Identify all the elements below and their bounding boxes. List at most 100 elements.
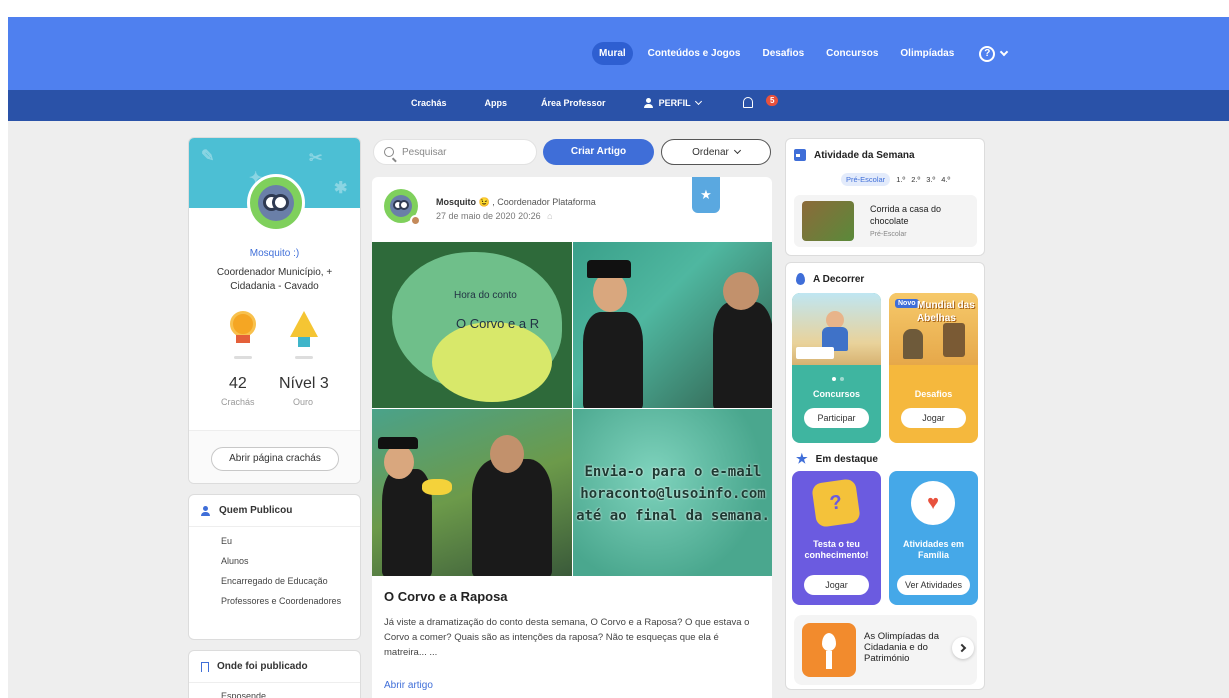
new-badge: Novo bbox=[895, 299, 919, 308]
avatar bbox=[247, 174, 305, 232]
tab-3[interactable]: 3.º bbox=[926, 175, 935, 184]
level-tabs: Pré-Escolar 1.º 2.º 3.º 4.º bbox=[841, 173, 950, 186]
abelhas-title: Mundial das Abelhas bbox=[917, 300, 975, 324]
nav-conteudos[interactable]: Conteúdos e Jogos bbox=[641, 42, 748, 65]
owl-icon bbox=[258, 185, 294, 221]
family-card[interactable]: ♥ Atividades em Família Ver Atividades bbox=[889, 471, 978, 605]
level-label: Ouro bbox=[293, 397, 314, 407]
activity-title: Corrida a casa do chocolate bbox=[870, 204, 942, 226]
divider bbox=[234, 356, 252, 359]
featured-title: Em destaque bbox=[815, 453, 878, 465]
view-activities-button[interactable]: Ver Atividades bbox=[897, 575, 970, 595]
perfil-label: PERFIL bbox=[658, 97, 691, 108]
author-name[interactable]: Mosquito bbox=[436, 197, 476, 207]
author-emoji: 😉 bbox=[478, 197, 490, 207]
activity-level: Pré-Escolar bbox=[870, 231, 907, 238]
quiz-play-button[interactable]: Jogar bbox=[804, 575, 869, 595]
question-icon: ? bbox=[811, 478, 861, 528]
perfil-menu[interactable]: PERFIL bbox=[643, 97, 702, 108]
subnav-apps[interactable]: Apps bbox=[485, 98, 508, 108]
desafios-card[interactable]: Novo Mundial das Abelhas Desafios Jogar bbox=[889, 293, 978, 443]
play-button[interactable]: Jogar bbox=[901, 408, 966, 428]
open-badges-button[interactable]: Abrir página crachás bbox=[211, 447, 339, 471]
help-menu[interactable]: ? bbox=[979, 45, 1009, 62]
where-published-header: Onde foi publicado bbox=[189, 651, 360, 683]
post-title[interactable]: O Corvo e a Raposa bbox=[384, 589, 508, 604]
divider bbox=[295, 356, 313, 359]
activity-thumbnail bbox=[802, 201, 854, 241]
search-placeholder: Pesquisar bbox=[402, 146, 447, 158]
carousel-dot bbox=[832, 377, 836, 381]
chevron-down-icon bbox=[694, 97, 702, 105]
bell-icon[interactable] bbox=[742, 97, 753, 108]
image-caption: O Corvo e a R bbox=[456, 316, 540, 331]
who-published-title: Quem Publicou bbox=[219, 505, 293, 516]
chevron-down-icon bbox=[1000, 47, 1009, 57]
tab-pre-escolar[interactable]: Pré-Escolar bbox=[841, 173, 891, 186]
image-caption: Hora do conto bbox=[454, 290, 517, 301]
profile-role: Coordenador Município, + Cidadania - Cav… bbox=[216, 267, 333, 292]
nav-concursos[interactable]: Concursos bbox=[819, 42, 885, 65]
ongoing-title: A Decorrer bbox=[813, 273, 865, 285]
filter-option[interactable]: Alunos bbox=[221, 555, 360, 568]
concursos-label: Concursos bbox=[812, 389, 860, 399]
subnav-crachas[interactable]: Crachás bbox=[411, 98, 447, 108]
post-image bbox=[372, 409, 572, 576]
concursos-image bbox=[792, 293, 881, 365]
status-badge bbox=[410, 215, 421, 226]
ongoing-header: A Decorrer bbox=[796, 273, 864, 285]
filter-option[interactable]: Esposende bbox=[189, 683, 360, 698]
post-body: Já viste a dramatização do conto desta s… bbox=[384, 617, 750, 658]
search-input[interactable]: Pesquisar bbox=[373, 139, 537, 165]
star-icon: ★ bbox=[796, 451, 808, 466]
quiz-card[interactable]: ? Testa o teu conhecimento! Jogar bbox=[792, 471, 881, 605]
sort-button[interactable]: Ordenar bbox=[661, 139, 771, 165]
where-published-filter: Onde foi publicado Esposende bbox=[188, 650, 361, 698]
featured-header: ★ Em destaque bbox=[796, 451, 878, 466]
activity-item[interactable]: Corrida a casa do chocolate Pré-Escolar bbox=[794, 195, 977, 247]
post-image: Hora do conto O Corvo e a R bbox=[372, 242, 572, 408]
filter-option[interactable]: Encarregado de Educação bbox=[221, 575, 360, 588]
chevron-right-icon bbox=[957, 643, 966, 653]
main-nav: Mural Conteúdos e Jogos Desafios Concurs… bbox=[592, 42, 1009, 65]
star-icon[interactable]: ★ bbox=[692, 177, 720, 213]
create-article-button[interactable]: Criar Artigo bbox=[543, 139, 654, 165]
filter-option[interactable]: Eu bbox=[221, 535, 360, 548]
quiz-label: Testa o teu conhecimento! bbox=[804, 539, 869, 560]
calendar-icon bbox=[794, 149, 806, 161]
level: Nível 3 bbox=[279, 375, 329, 392]
nav-mural[interactable]: Mural bbox=[592, 42, 633, 65]
nav-olimpiadas[interactable]: Olimpíadas bbox=[893, 42, 961, 65]
desafios-label: Desafios bbox=[914, 389, 953, 399]
profile-card: ✎ ✦ ✂ ✱ Mosquito :) Coordenador Municípi… bbox=[188, 137, 361, 484]
medal-icon bbox=[228, 311, 258, 345]
post-card: Mosquito 😉 , Coordenador Plataforma 27 d… bbox=[372, 177, 772, 698]
tab-2[interactable]: 2.º bbox=[911, 175, 920, 184]
star-medal-icon bbox=[289, 311, 319, 347]
user-icon bbox=[201, 505, 211, 516]
doodle-icon: ✎ bbox=[201, 148, 215, 165]
user-icon bbox=[643, 97, 654, 108]
nav-desafios[interactable]: Desafios bbox=[755, 42, 811, 65]
post-image-grid[interactable]: Hora do conto O Corvo e a R Envia-o para… bbox=[372, 242, 772, 576]
open-article-link[interactable]: Abrir artigo bbox=[384, 680, 433, 691]
week-activity-card: Atividade da Semana Pré-Escolar 1.º 2.º … bbox=[785, 138, 985, 256]
olympics-banner[interactable]: As Olimpíadas da Cidadania e do Patrimón… bbox=[794, 615, 977, 685]
who-published-filter: Quem Publicou Eu Alunos Encarregado de E… bbox=[188, 494, 361, 640]
concursos-card[interactable]: Concursos Participar bbox=[792, 293, 881, 443]
carousel-dot bbox=[840, 377, 844, 381]
sub-nav: Crachás Apps Área Professor PERFIL bbox=[411, 97, 753, 108]
profile-name[interactable]: Mosquito :) bbox=[189, 248, 360, 259]
bookmark-icon bbox=[201, 661, 209, 672]
next-button[interactable] bbox=[952, 637, 974, 659]
participate-button[interactable]: Participar bbox=[804, 408, 869, 428]
where-published-title: Onde foi publicado bbox=[217, 661, 308, 672]
doodle-icon: ✱ bbox=[334, 180, 348, 197]
filter-option[interactable]: Professores e Coordenadores bbox=[221, 595, 360, 608]
tab-1[interactable]: 1.º bbox=[896, 175, 905, 184]
search-icon bbox=[384, 147, 394, 157]
owl-icon bbox=[390, 195, 412, 217]
tab-4[interactable]: 4.º bbox=[941, 175, 950, 184]
subnav-professor[interactable]: Área Professor bbox=[541, 98, 606, 108]
institution-icon: ⌂ bbox=[547, 211, 553, 221]
